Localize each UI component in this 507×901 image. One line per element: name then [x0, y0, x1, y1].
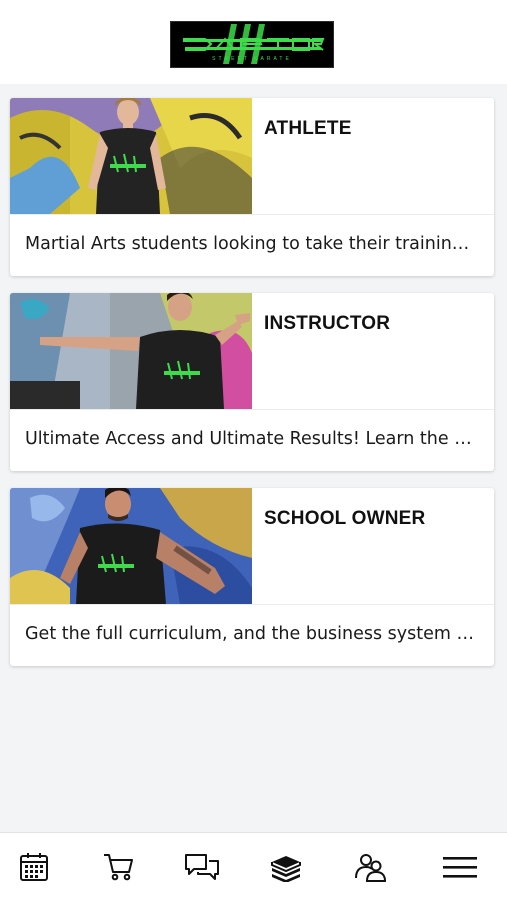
nav-chat-button[interactable] [182, 847, 222, 887]
card-school-owner[interactable]: SCHOOL OWNER Get the full curriculum, an… [10, 488, 494, 666]
card-instructor[interactable]: INSTRUCTOR Ultimate Access and Ultimate … [10, 293, 494, 471]
nav-community-button[interactable] [350, 847, 390, 887]
chat-icon [185, 854, 219, 880]
nav-menu-button[interactable] [440, 847, 480, 887]
raptor-logo[interactable]: STREET KARATE [170, 21, 334, 68]
cart-icon [104, 854, 133, 881]
card-description: Ultimate Access and Ultimate Results! Le… [25, 429, 480, 449]
athlete-image [10, 98, 252, 214]
instructor-image [10, 293, 252, 409]
card-title: INSTRUCTOR [264, 313, 391, 334]
menu-icon [443, 857, 477, 878]
app-header: STREET KARATE [0, 0, 507, 84]
nav-cart-button[interactable] [98, 847, 138, 887]
card-divider [10, 604, 494, 605]
calendar-icon [20, 853, 48, 881]
community-icon [355, 854, 387, 882]
card-title: ATHLETE [264, 118, 352, 139]
card-divider [10, 214, 494, 215]
card-divider [10, 409, 494, 410]
card-title: SCHOOL OWNER [264, 508, 426, 529]
bottom-nav [0, 832, 507, 901]
nav-calendar-button[interactable] [14, 847, 54, 887]
books-icon [271, 856, 301, 882]
svg-text:STREET KARATE: STREET KARATE [212, 56, 292, 62]
card-athlete[interactable]: ATHLETE Martial Arts students looking to… [10, 98, 494, 276]
nav-library-button[interactable] [266, 847, 306, 887]
card-description: Martial Arts students looking to take th… [25, 234, 480, 254]
school-owner-image [10, 488, 252, 604]
card-description: Get the full curriculum, and the busines… [25, 624, 480, 644]
